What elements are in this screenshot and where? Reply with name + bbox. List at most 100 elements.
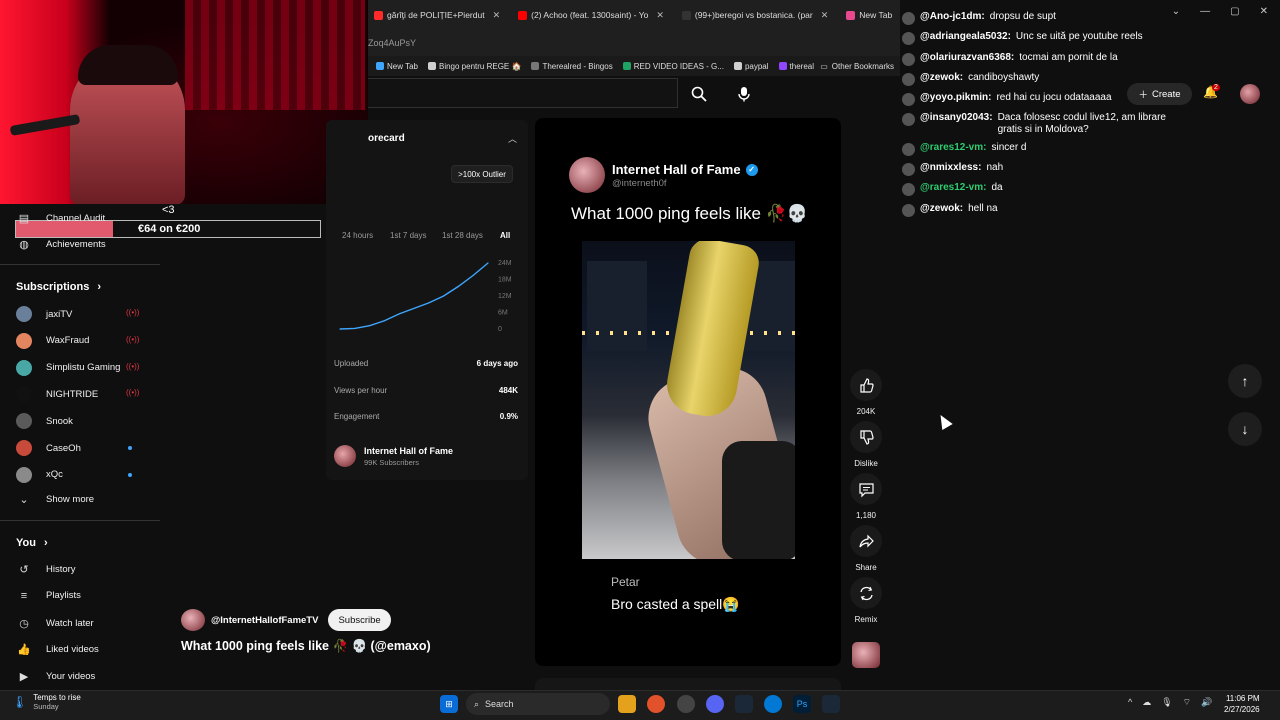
chat-username[interactable]: @olariurazvan6368: [920,52,1014,66]
previous-short-button[interactable]: ↑ [1228,364,1262,398]
sidebar-item-liked-videos[interactable]: 👍 Liked videos [16,643,99,656]
photoshop-icon[interactable]: Ps [793,695,811,713]
other-bookmarks[interactable]: ▭ Other Bookmarks [814,56,900,76]
you-heading[interactable]: You › [16,537,48,549]
close-icon[interactable]: ✕ [821,10,829,21]
wifi-icon[interactable]: ⌔ [1183,697,1191,708]
bookmark-item[interactable]: Bingo pentru REGE 🏠 [427,62,521,71]
chat-username[interactable]: @rares12-vm: [920,142,986,156]
chat-username[interactable]: @nmixxless: [920,162,981,176]
bookmark-item[interactable]: Therealred - Bingos [531,61,613,71]
channel-handle[interactable]: @InternetHallofFameTV [211,615,318,626]
volume-icon[interactable]: 🔊 [1201,697,1212,708]
sidebar-item-channel-audit[interactable]: ▤ Channel Audit [16,212,105,225]
firefox-icon[interactable] [647,695,665,713]
chat-username[interactable]: @zewok: [920,203,963,217]
sidebar-item-subscription[interactable]: Simplistu Gaming [16,359,120,376]
sidebar-item-subscription[interactable]: Snook [16,413,73,430]
close-icon[interactable]: ✕ [1260,6,1268,17]
search-input[interactable] [368,78,678,108]
channel-avatar[interactable] [181,609,205,631]
chat-username[interactable]: @insany02043: [920,112,993,136]
remix-button[interactable]: Remix [850,577,882,624]
sidebar-item-subscription[interactable]: xQc [16,466,63,483]
voice-search-button[interactable] [730,80,758,108]
bookmark-item[interactable]: paypal [733,62,769,71]
range-tab[interactable]: All [500,231,510,240]
subscribe-button[interactable]: Subscribe [328,609,391,631]
browser-tab[interactable]: (2) Achoo (feat. 1300saint) - Yo ✕ [512,4,670,26]
sidebar-item-label: NIGHTRIDE [46,388,99,400]
channel-avatar-button[interactable] [852,642,880,668]
chat-username[interactable]: @rares12-vm: [920,182,986,196]
discord-icon[interactable] [706,695,724,713]
remix-circle[interactable] [850,577,882,609]
search-button[interactable] [680,80,718,108]
browser-tab[interactable]: gărîţi de POLIȚIE+Pierdut ✕ [368,4,506,26]
sidebar-item-achievements[interactable]: ◍ Achievements [16,238,105,251]
scorecard-channel[interactable]: Internet Hall of Fame 99K Subscribers [334,445,453,467]
chat-badge-icon [902,143,915,156]
sidebar-item-subscription[interactable]: NIGHTRIDE [16,386,99,403]
range-tab[interactable]: 1st 28 days [442,231,483,240]
like-button[interactable]: 204K [850,369,882,416]
sidebar-item-playlists[interactable]: ≡ Playlists [16,590,81,602]
microphone-icon[interactable]: 🎙 [1161,697,1172,708]
dislike-button[interactable]: Dislike [850,421,882,468]
maximize-icon[interactable]: ▢ [1230,6,1239,17]
chevron-up-icon[interactable]: ︿ [508,132,517,145]
sidebar-item-subscription[interactable]: WaxFraud [16,332,89,349]
subscriptions-heading[interactable]: Subscriptions › [16,281,101,293]
clock-date: 2/27/2026 [1224,705,1260,714]
close-icon[interactable]: ✕ [493,10,501,21]
minimize-icon[interactable]: — [1200,6,1210,17]
chat-username[interactable]: @yoyo.pikmin: [920,92,991,106]
sidebar-item-watch-later[interactable]: ◷ Watch later [16,617,94,630]
address-bar[interactable]: Zoq4AuPsY [368,30,900,56]
share-button[interactable]: Share [850,525,882,572]
range-tab[interactable]: 24 hours [342,231,373,240]
sidebar-item-your-videos[interactable]: ▶ Your videos [16,670,96,683]
chat-username[interactable]: @adriangeala5032: [920,31,1011,45]
taskbar-search[interactable]: ⌕ Search [466,693,610,715]
bookmark-label: Therealred - Bingos [542,61,613,71]
tweet-avatar [569,157,605,193]
close-icon[interactable]: ✕ [656,10,664,21]
chevron-right-icon: › [43,537,48,549]
remix-label: Remix [854,615,878,624]
weather-widget[interactable]: 🌡 Temps to rise Sunday [12,693,81,711]
chat-text: candiboyshawty [968,72,1040,83]
sidebar-item-history[interactable]: ↺ History [16,563,75,576]
bookmark-item[interactable]: New Tab [376,62,418,71]
browser-tab[interactable]: (99+)beregoi vs bostanica. (par ✕ [676,4,834,26]
edge-icon[interactable] [764,695,782,713]
steam-icon-2[interactable] [822,695,840,713]
sidebar-item-label: jaxiTV [46,308,73,320]
chevron-up-icon[interactable]: ^ [1128,697,1132,708]
comments-circle[interactable] [850,473,882,505]
windows-start-icon[interactable]: ⊞ [440,695,458,713]
sidebar-item-label: Snook [46,415,73,427]
bookmark-item[interactable]: RED VIDEO IDEAS - G... [622,62,724,71]
share-circle[interactable] [850,525,882,557]
browser-tab[interactable]: New Tab✕ [840,4,900,26]
chat-username[interactable]: @Ano-jc1dm: [920,11,985,25]
sidebar-item-subscription[interactable]: CaseOh [16,440,81,456]
next-short-button[interactable]: ↓ [1228,412,1262,446]
network-icon[interactable]: ☁ [1142,697,1151,708]
clock[interactable]: 11:06 PM 2/27/2026 [1224,693,1260,715]
address-text[interactable]: Zoq4AuPsY [368,38,416,48]
like-circle[interactable] [850,369,882,401]
streamer-hat [78,45,178,85]
settings-app-icon[interactable] [677,695,695,713]
dislike-circle[interactable] [850,421,882,453]
chat-username[interactable]: @zewok: [920,72,963,86]
avatar[interactable] [1240,84,1260,104]
sidebar-item-subscription[interactable]: jaxiTV [16,306,72,322]
show-more-button[interactable]: ⌄ Show more [16,493,94,506]
comments-button[interactable]: 1,180 [850,473,882,520]
file-explorer-icon[interactable] [618,695,636,713]
steam-icon[interactable] [735,695,753,713]
next-short-peek[interactable] [535,678,841,690]
range-tab[interactable]: 1st 7 days [390,231,426,240]
